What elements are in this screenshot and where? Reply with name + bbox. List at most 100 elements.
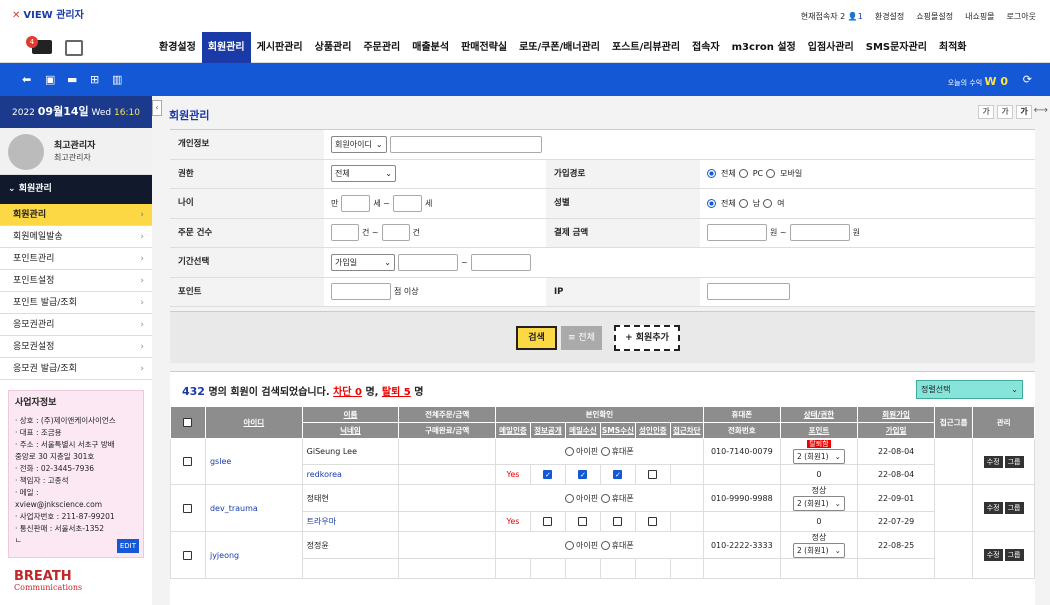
flag-checkbox[interactable]: ✓ — [543, 470, 553, 479]
member-id[interactable]: gslee — [204, 438, 303, 485]
member-id[interactable]: dev_trauma — [204, 484, 303, 532]
col-adult-auth[interactable]: 성인인증 — [634, 422, 671, 439]
add-member-button[interactable]: + 회원추가 — [614, 325, 680, 351]
ipin-radio[interactable] — [565, 540, 574, 550]
top-link-settings[interactable]: 환경설정 — [875, 11, 904, 22]
member-nick[interactable]: 트라우마 — [301, 511, 400, 532]
period-from-input[interactable] — [398, 253, 458, 271]
period-to-input[interactable] — [470, 253, 531, 271]
payment-to-input[interactable] — [789, 224, 850, 242]
col-point[interactable]: 포인트 — [779, 422, 859, 439]
back-arrow-icon[interactable]: ⬅ — [22, 73, 31, 86]
col-sms-recv[interactable]: SMS수신 — [599, 422, 636, 439]
top-link-logout[interactable]: 로그아웃 — [1007, 11, 1036, 22]
grade-select[interactable]: 2 (회원1) — [793, 496, 845, 511]
group-member-button[interactable]: 그룹 — [1004, 502, 1024, 514]
col-id[interactable]: 아이디 — [204, 406, 303, 439]
mobile-radio[interactable] — [600, 493, 610, 503]
sidebar-item-entry-settings[interactable]: 응모권설정 › — [0, 336, 152, 358]
col-access-block[interactable]: 접근차단 — [669, 422, 704, 439]
nav-optimize[interactable]: 최적화 — [933, 32, 973, 63]
col-status[interactable]: 상태/권한 — [779, 406, 859, 423]
edit-button[interactable]: EDIT — [116, 539, 139, 553]
nav-post-review[interactable]: 포스트/리뷰관리 — [606, 32, 686, 63]
sidebar-item-point-settings[interactable]: 포인트설정 › — [0, 270, 152, 292]
col-join[interactable]: 회원가입 — [857, 406, 936, 423]
nav-sales-strategy[interactable]: 판매전략실 — [455, 32, 513, 63]
gender-male-radio[interactable] — [738, 198, 748, 208]
sidebar-item-points[interactable]: 포인트관리 › — [0, 248, 152, 270]
flag-checkbox[interactable] — [613, 517, 623, 526]
nav-board[interactable]: 게시판관리 — [251, 32, 309, 63]
sidebar-item-point-issue[interactable]: 포인트 발급/조회 › — [0, 292, 152, 314]
group-member-button[interactable]: 그룹 — [1004, 549, 1024, 561]
ipin-radio[interactable] — [565, 493, 574, 503]
nav-settings[interactable]: 환경설정 — [153, 32, 202, 63]
nav-visitors[interactable]: 접속자 — [686, 32, 726, 63]
row-checkbox[interactable] — [183, 457, 193, 466]
top-link-my-shop[interactable]: 내쇼핑몰 — [965, 11, 994, 22]
order-from-input[interactable] — [331, 224, 359, 242]
gender-all-radio[interactable] — [707, 198, 716, 208]
nav-lotto-coupon-banner[interactable]: 로또/쿠폰/배너관리 — [513, 32, 606, 63]
sort-select[interactable]: 정렬선택 — [916, 380, 1023, 399]
personal-info-select[interactable]: 회원아이디 — [331, 135, 387, 153]
age-from-input[interactable] — [341, 194, 371, 212]
col-nick[interactable]: 닉네임 — [301, 422, 400, 439]
mobile-radio[interactable] — [600, 447, 610, 456]
collapse-sidebar-button[interactable]: ‹ — [152, 100, 162, 116]
flag-checkbox[interactable]: ✓ — [613, 470, 623, 479]
period-select[interactable]: 가입일 — [331, 253, 395, 271]
blocked-count-link[interactable]: 차단 0 — [333, 387, 362, 398]
mobile-radio[interactable] — [600, 540, 610, 550]
col-join-date[interactable]: 가입일 — [857, 422, 936, 439]
font-small-button[interactable]: 가 — [978, 105, 994, 119]
refresh-icon[interactable]: ⟳ — [1023, 73, 1032, 86]
nav-products[interactable]: 상품관리 — [309, 32, 358, 63]
calendar-icon[interactable] — [65, 40, 83, 56]
row-checkbox[interactable] — [183, 503, 193, 513]
col-mail-recv[interactable]: 메일수신 — [564, 422, 601, 439]
member-nick[interactable] — [301, 558, 400, 579]
sidebar-item-members[interactable]: 회원관리 › — [0, 204, 152, 226]
search-button[interactable]: 검색 — [516, 326, 557, 350]
barcode-icon[interactable]: ▥ — [112, 73, 122, 86]
grade-select[interactable]: 2 (회원1) — [793, 449, 845, 464]
flag-checkbox[interactable] — [648, 470, 658, 479]
age-to-input[interactable] — [392, 194, 422, 212]
select-all-checkbox[interactable] — [183, 418, 193, 428]
nav-sales-analysis[interactable]: 매출분석 — [406, 32, 455, 63]
window-icon[interactable]: ▣ — [45, 73, 55, 86]
col-name[interactable]: 이름 — [301, 406, 400, 423]
join-path-pc-radio[interactable] — [738, 169, 748, 179]
col-mail-auth[interactable]: 메일인증 — [494, 422, 531, 439]
col-info-open[interactable]: 정보공개 — [529, 422, 566, 439]
sidebar-item-member-mail[interactable]: 회원메일발송 › — [0, 226, 152, 248]
app-logo[interactable]: ✕ VIEW 관리자 — [12, 6, 84, 21]
flag-checkbox[interactable] — [578, 517, 588, 526]
nav-cron[interactable]: m3cron 설정 — [726, 32, 802, 63]
font-large-button[interactable]: 가 — [1016, 105, 1032, 119]
point-input[interactable] — [331, 283, 391, 301]
join-path-all-radio[interactable] — [707, 169, 716, 179]
auth-select[interactable]: 전체 — [331, 165, 396, 183]
grade-select[interactable]: 2 (회원1) — [793, 543, 845, 558]
card-icon[interactable]: ▬ — [67, 73, 77, 86]
top-link-shop-settings[interactable]: 쇼핑몰설정 — [916, 11, 953, 22]
flag-checkbox[interactable] — [648, 517, 658, 526]
flag-checkbox[interactable]: ✓ — [578, 470, 588, 479]
nav-members[interactable]: 회원관리 — [201, 32, 251, 63]
order-to-input[interactable] — [381, 224, 410, 242]
font-medium-button[interactable]: 가 — [997, 105, 1013, 119]
flag-checkbox[interactable] — [543, 517, 553, 526]
join-path-mobile-radio[interactable] — [766, 169, 776, 179]
member-nick[interactable]: redkorea — [301, 464, 400, 485]
sidebar-item-entries[interactable]: 응모권관리 › — [0, 314, 152, 336]
sidebar-item-entry-issue[interactable]: 응모권 발급/조회 › — [0, 358, 152, 380]
nav-orders[interactable]: 주문관리 — [357, 32, 406, 63]
edit-member-button[interactable]: 수정 — [983, 455, 1003, 468]
edit-member-button[interactable]: 수정 — [983, 502, 1003, 514]
nav-vendors[interactable]: 입점사관리 — [802, 32, 860, 63]
ip-input[interactable] — [707, 283, 790, 301]
resize-icon[interactable]: ⟷ — [1034, 105, 1048, 116]
